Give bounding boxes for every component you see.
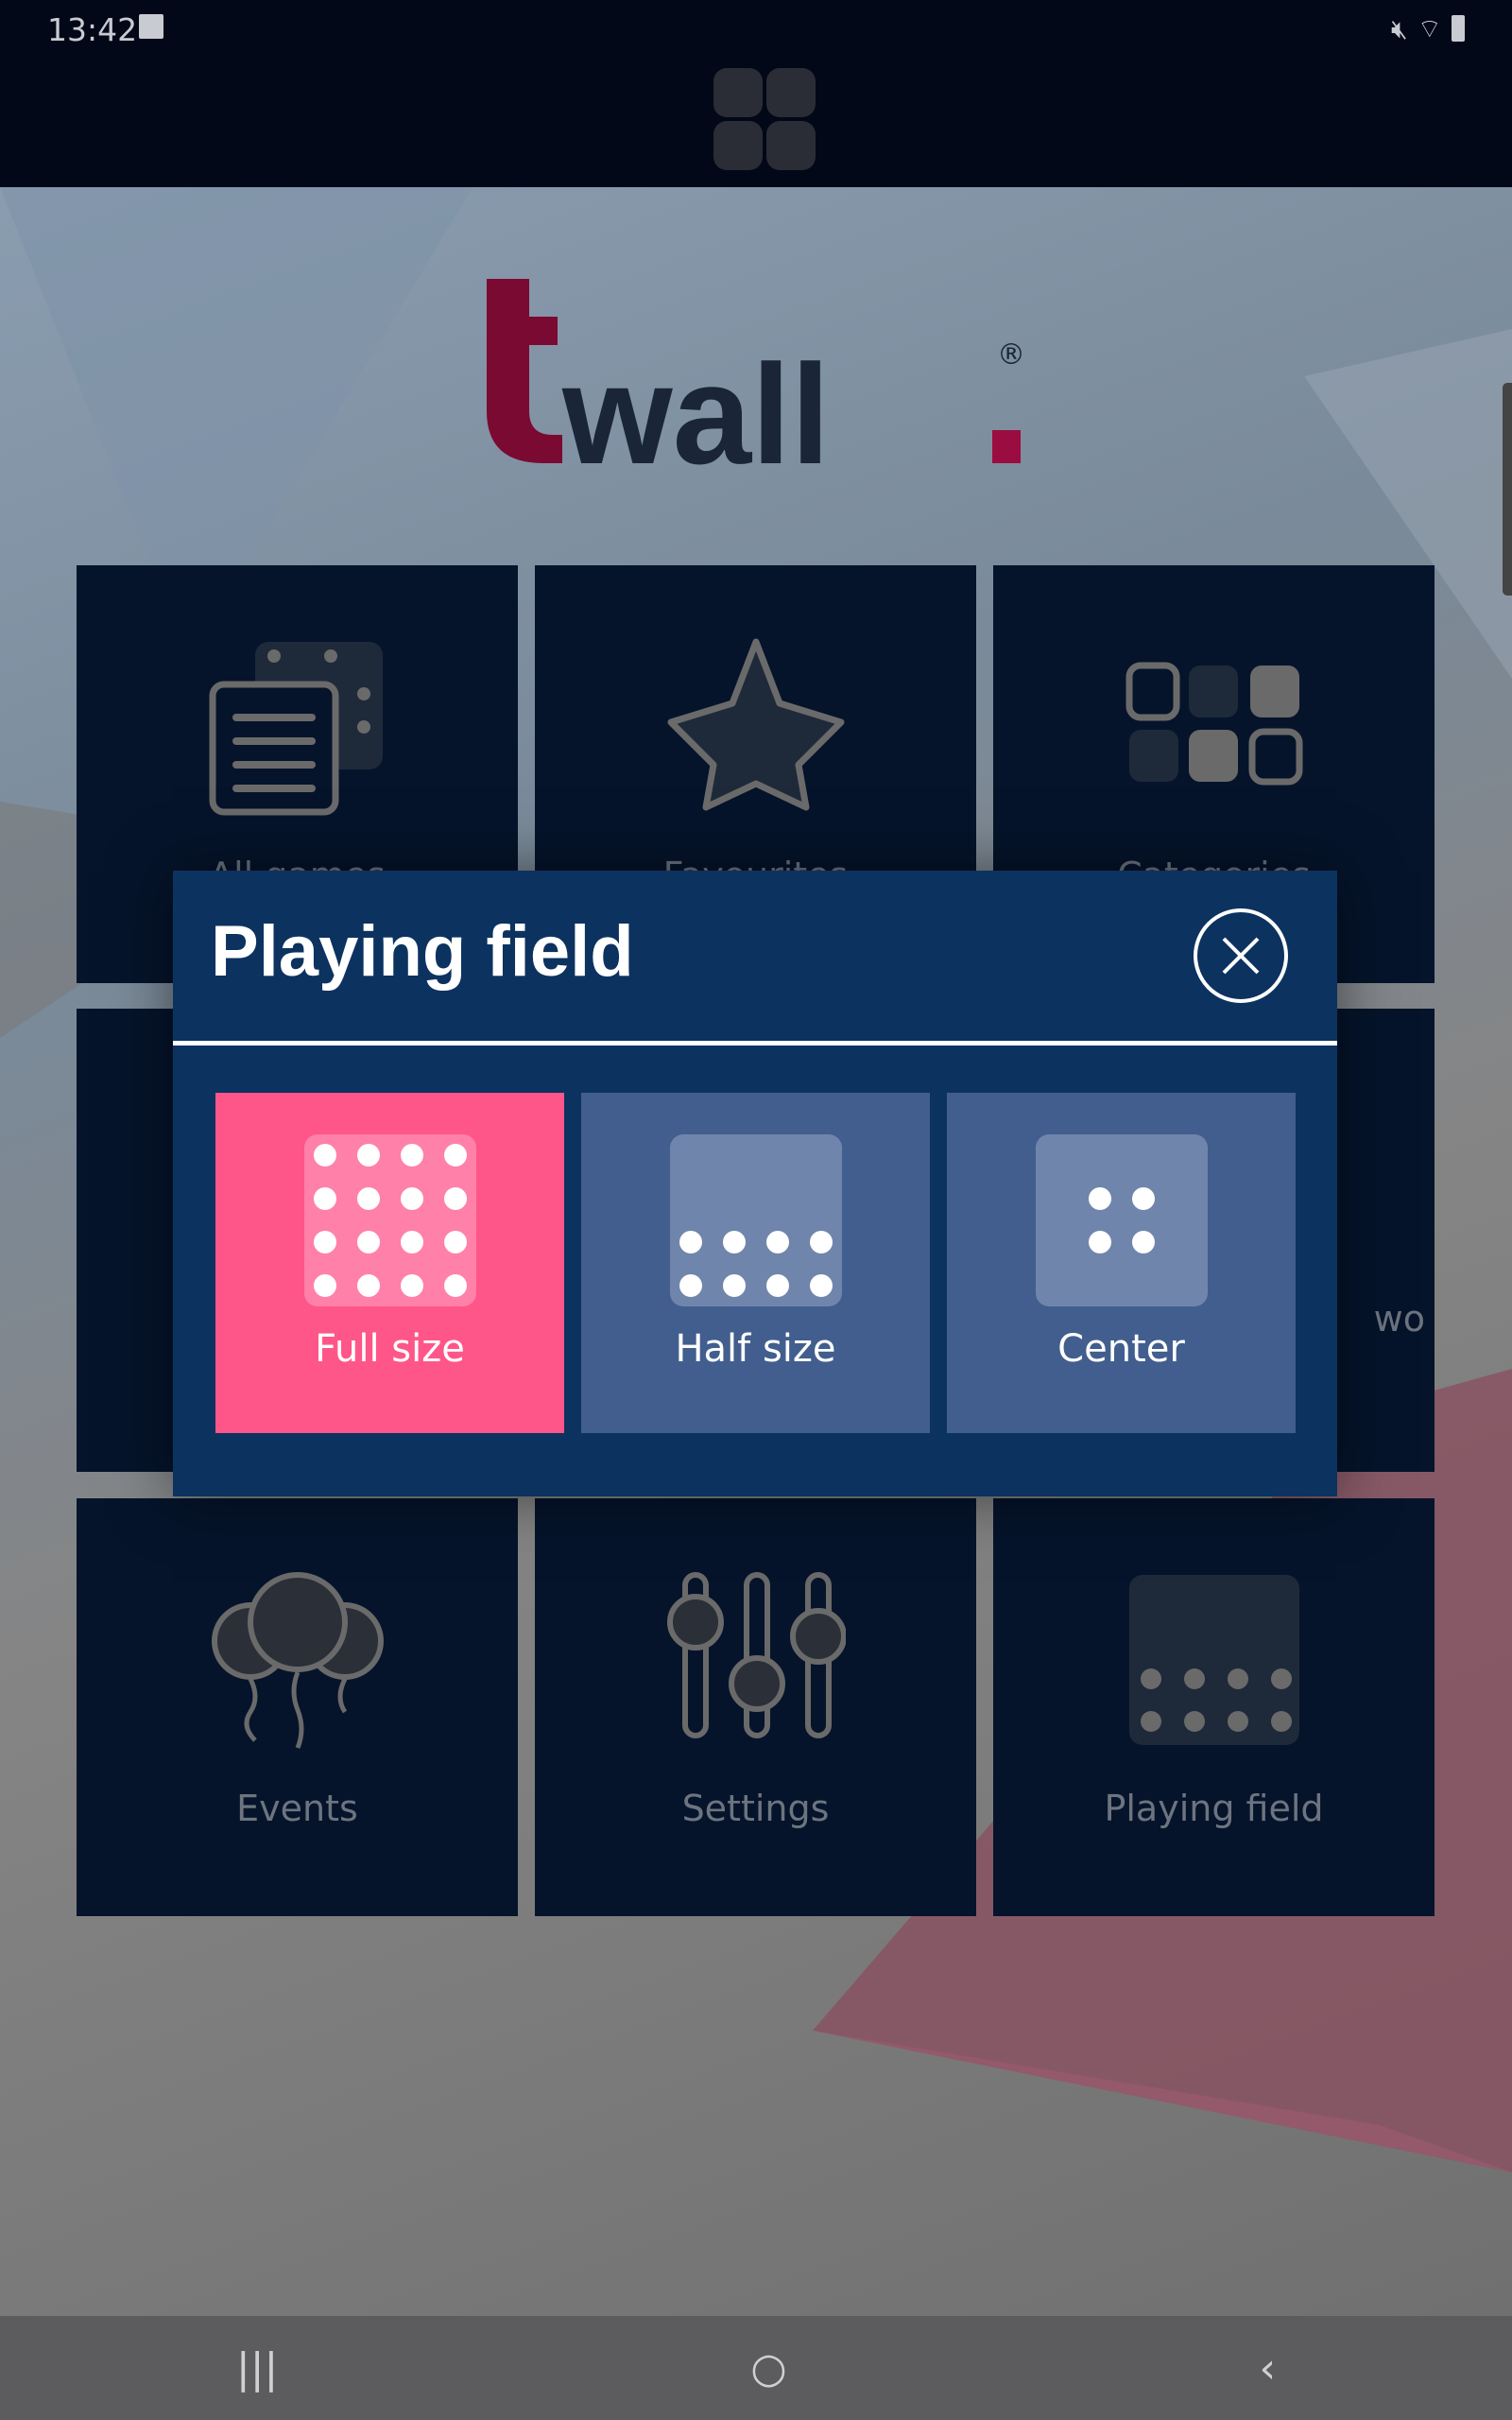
tile-settings[interactable]: Settings [535,1498,976,1916]
dot [765,1274,789,1297]
dot [443,1274,467,1297]
dot [356,1187,380,1210]
edge-panel-handle[interactable] [1503,383,1512,596]
dot [1088,1187,1111,1210]
back-button[interactable]: ‹ [1259,2344,1276,2393]
cards-dice-icon [209,642,383,816]
mute-icon: 🔇︎ [1391,13,1408,44]
sliders-icon [666,1572,846,1738]
dot [765,1231,789,1253]
dot [443,1144,467,1167]
twall-logo: wall ® [487,279,1025,468]
gallery-icon [139,14,163,39]
tile-label: Settings [681,1788,830,1829]
battery-icon [1452,15,1465,42]
balloons-icon [211,1572,384,1749]
dot [356,1274,380,1297]
dot [356,1231,380,1253]
dot [1131,1187,1155,1210]
dot [313,1231,336,1253]
dot [356,1144,380,1167]
close-icon [1222,937,1260,975]
tile-playing-field[interactable]: Playing field [993,1498,1435,1916]
dot [313,1187,336,1210]
star-icon [667,638,844,811]
clock: 13:42 [47,11,138,48]
wifi-icon: ⌔ [1417,13,1442,44]
option-label: Center [1057,1327,1185,1371]
dot [722,1231,746,1253]
dot [400,1231,423,1253]
dot [679,1231,702,1253]
full-size-icon [303,1134,476,1306]
dot [443,1187,467,1210]
home-button[interactable]: ○ [750,2344,786,2393]
center-icon [1035,1134,1208,1306]
navigation-bar: ||| ○ ‹ [0,2316,1512,2420]
option-center[interactable]: Center [947,1093,1296,1433]
dot [1088,1231,1111,1253]
dot [313,1144,336,1167]
close-button[interactable] [1194,908,1288,1003]
playing-field-icon [1128,1575,1299,1745]
dot [809,1274,833,1297]
option-label: Half size [675,1327,836,1371]
divider [173,1041,1337,1046]
tile-label: Playing field [1104,1788,1324,1829]
dot [443,1231,467,1253]
playing-field-dialog: Playing field Full size Half size Center [173,871,1337,1496]
dot [1131,1231,1155,1253]
dot [809,1231,833,1253]
recents-button[interactable]: ||| [236,2344,278,2393]
tile-label: Events [236,1788,358,1829]
half-size-icon [669,1134,842,1306]
dialog-title: Playing field [211,911,634,992]
svg-text:®: ® [997,338,1025,372]
app-icon [713,68,816,170]
dot [313,1274,336,1297]
categories-grid-icon [1125,662,1302,786]
tile-events[interactable]: Events [77,1498,518,1916]
status-bar: 13:42 🔇︎ ⌔ [0,0,1512,187]
dot [400,1187,423,1210]
dot [722,1274,746,1297]
option-half-size[interactable]: Half size [581,1093,930,1433]
option-full-size[interactable]: Full size [215,1093,564,1433]
dot [400,1144,423,1167]
dot [400,1274,423,1297]
dot [679,1274,702,1297]
option-label: Full size [315,1327,465,1371]
svg-text:wall: wall [561,335,830,468]
tile-label: wo [1373,1298,1425,1340]
